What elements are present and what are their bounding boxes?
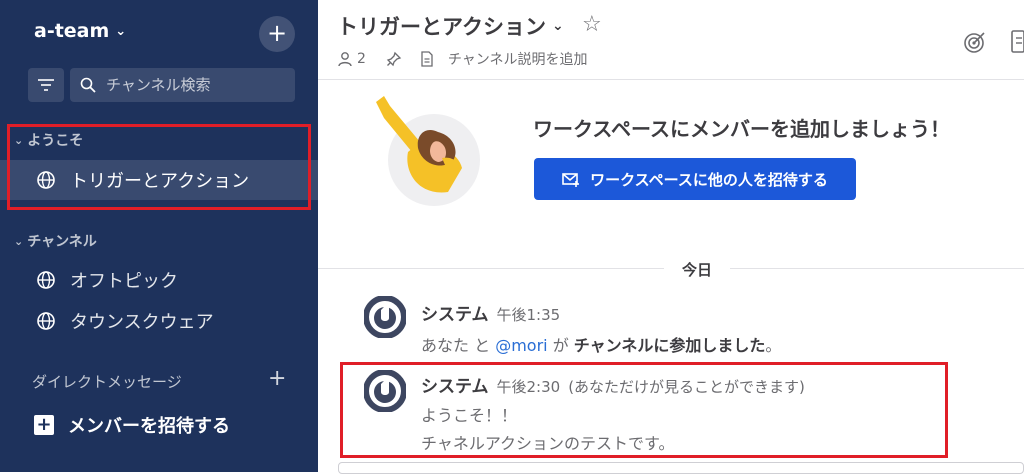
- chevron-down-icon: ⌄: [551, 18, 564, 34]
- file-icon[interactable]: [420, 51, 434, 67]
- channel-title-button[interactable]: トリガーとアクション ⌄: [337, 11, 564, 41]
- sidebar-item-label: タウンスクウェア: [70, 312, 214, 333]
- intro-title: ワークスペースにメンバーを追加しましょう！: [533, 117, 950, 141]
- post-message-line: チャネルアクションのテストです。: [421, 434, 675, 453]
- star-icon[interactable]: ☆: [582, 12, 602, 37]
- invite-people-button[interactable]: ワークスペースに他の人を招待する: [534, 158, 856, 200]
- sidebar-item-label: オフトピック: [70, 271, 178, 292]
- invite-people-label: ワークスペースに他の人を招待する: [590, 170, 828, 189]
- channel-title: トリガーとアクション: [337, 15, 546, 39]
- workspace-name: a-team: [34, 20, 110, 42]
- filter-icon: [38, 79, 54, 91]
- welcome-illustration: [376, 96, 480, 206]
- post-author-name[interactable]: システム: [421, 305, 489, 325]
- channel-meta: 2 チャンネル説明を追加: [337, 49, 588, 69]
- globe-icon: [37, 171, 55, 189]
- sidebar-item-triggers-and-actions[interactable]: トリガーとアクション: [0, 160, 318, 200]
- chevron-down-icon: ⌄: [115, 23, 127, 39]
- message-text: と: [469, 336, 496, 355]
- section-label: ようこそ: [27, 133, 84, 149]
- message-input-box[interactable]: [338, 462, 1024, 474]
- date-separator: 今日: [664, 259, 731, 280]
- post-time[interactable]: 午後1:35: [497, 306, 561, 324]
- post-message: あなた と @mori が チャンネルに参加しました。: [421, 332, 781, 356]
- post-system-join: システム 午後1:35 あなた と @mori が チャンネルに参加しました。: [318, 290, 1024, 360]
- pin-icon[interactable]: [386, 51, 402, 67]
- chevron-down-icon: ⌄: [14, 133, 24, 147]
- invite-members-button[interactable]: + メンバーを招待する: [34, 412, 230, 438]
- message-text: 。: [765, 336, 782, 355]
- message-text: あなた: [421, 336, 470, 355]
- board-icon[interactable]: [1010, 28, 1024, 54]
- mail-plus-icon: [562, 173, 580, 187]
- workspace-menu-button[interactable]: a-team ⌄: [34, 20, 126, 42]
- system-avatar-icon[interactable]: [364, 296, 406, 338]
- globe-icon: [37, 312, 55, 330]
- channel-filter-button[interactable]: [28, 68, 64, 102]
- channel-search-input[interactable]: [104, 75, 278, 95]
- target-icon[interactable]: [963, 30, 987, 54]
- channel-search[interactable]: [70, 68, 295, 102]
- globe-icon: [37, 271, 55, 289]
- add-direct-message-button[interactable]: +: [268, 366, 286, 391]
- post-system-ephemeral: システム 午後2:30 (あなただけが見ることができます) ようこそ！！ チャネルア…: [318, 362, 1024, 462]
- post-time[interactable]: 午後2:30: [497, 378, 561, 396]
- message-text: チャンネルに参加しました: [573, 336, 766, 355]
- plus-icon: +: [34, 415, 54, 435]
- search-icon: [80, 77, 96, 93]
- channel-header: トリガーとアクション ⌄ ☆ 2 チャンネル説明を追加: [318, 0, 1024, 80]
- ephemeral-note: (あなただけが見ることができます): [568, 378, 805, 396]
- chevron-down-icon: ⌄: [14, 234, 24, 248]
- plus-icon: +: [266, 19, 288, 47]
- member-count[interactable]: 2: [357, 51, 366, 67]
- system-avatar-icon[interactable]: [364, 370, 406, 412]
- add-channel-description-link[interactable]: チャンネル説明を追加: [448, 49, 588, 69]
- section-header-channels[interactable]: ⌄ チャンネル: [14, 231, 97, 251]
- post-message-line: ようこそ！！: [421, 406, 518, 425]
- channel-view: トリガーとアクション ⌄ ☆ 2 チャンネル説明を追加 ワークスペースにメンバー…: [318, 0, 1024, 474]
- user-mention[interactable]: @mori: [495, 336, 547, 355]
- post-author-name[interactable]: システム: [421, 377, 489, 397]
- message-text: が: [547, 336, 574, 355]
- add-button[interactable]: +: [259, 16, 295, 52]
- direct-messages-header[interactable]: ダイレクトメッセージ: [32, 371, 182, 392]
- sidebar-item-off-topic[interactable]: オフトピック: [0, 260, 318, 300]
- member-icon[interactable]: [337, 51, 353, 67]
- invite-members-label: メンバーを招待する: [68, 416, 230, 437]
- post-author[interactable]: システム 午後2:30 (あなただけが見ることができます): [421, 372, 805, 397]
- sidebar: a-team ⌄ + ⌄ ようこそ トリガーとアクション ⌄ チャンネル: [0, 0, 318, 472]
- post-author[interactable]: システム 午後1:35: [421, 300, 560, 325]
- sidebar-item-label: トリガーとアクション: [70, 171, 250, 192]
- section-header-welcome[interactable]: ⌄ ようこそ: [14, 130, 83, 150]
- section-label: チャンネル: [27, 234, 97, 250]
- sidebar-item-town-square[interactable]: タウンスクウェア: [0, 301, 318, 341]
